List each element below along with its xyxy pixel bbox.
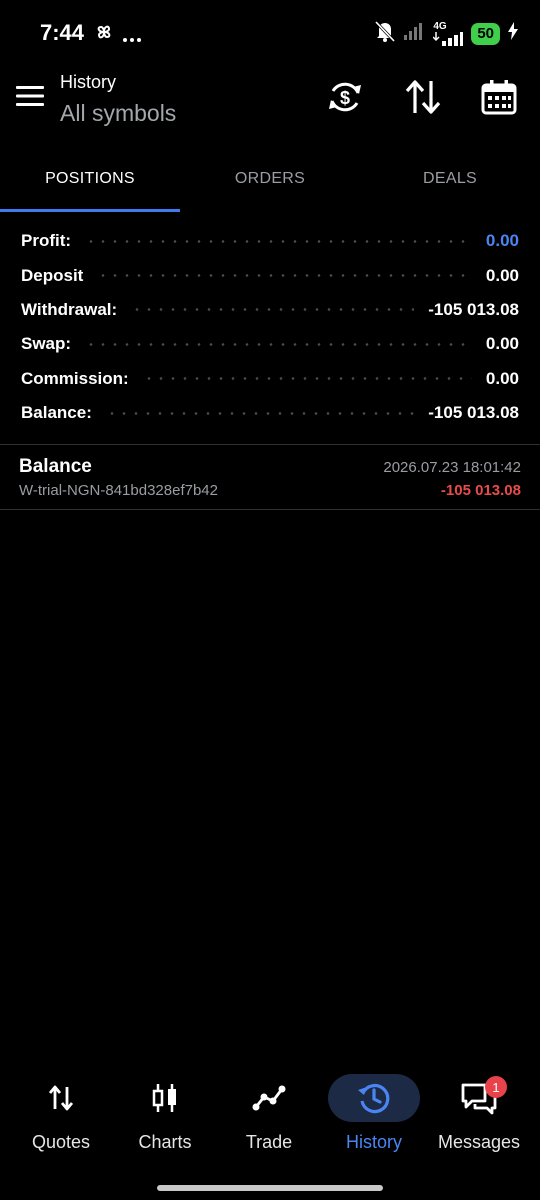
nav-history[interactable]: History xyxy=(320,1068,428,1160)
nav-label: Charts xyxy=(138,1132,192,1152)
currency-refresh-icon: $ xyxy=(329,82,361,112)
nav-quotes[interactable]: Quotes xyxy=(7,1068,115,1160)
summary-row-commission: Commission: 0.00 xyxy=(0,362,540,396)
home-indicator[interactable] xyxy=(157,1185,383,1191)
more-dots-icon xyxy=(122,30,142,48)
bottom-nav: Quotes Charts Trade History 1 Messages xyxy=(0,1068,540,1168)
status-right: 4G 50 xyxy=(375,20,518,47)
dotted-leader xyxy=(85,342,472,346)
summary-value: 0.00 xyxy=(485,368,519,388)
tab-bar: POSITIONS ORDERS DEALS xyxy=(0,146,540,212)
app-bar: History All symbols $ xyxy=(0,66,540,146)
summary-label: Deposit xyxy=(21,265,84,285)
candlestick-icon xyxy=(152,1084,176,1112)
svg-text:$: $ xyxy=(340,88,350,108)
divider xyxy=(0,444,540,445)
tab-positions[interactable]: POSITIONS xyxy=(0,146,180,212)
lte-signal-icon: 4G xyxy=(433,20,464,46)
summary-label: Withdrawal: xyxy=(21,299,118,319)
deal-name: Balance xyxy=(19,456,92,477)
summary-value: 0.00 xyxy=(485,334,519,354)
history-clock-icon xyxy=(358,1083,390,1114)
network-type: 4G xyxy=(433,20,447,32)
nav-charts[interactable]: Charts xyxy=(111,1068,219,1160)
pinwheel-icon xyxy=(94,22,114,47)
title-block[interactable]: History All symbols xyxy=(60,70,176,130)
symbol-filter[interactable]: All symbols xyxy=(60,96,176,130)
calendar-button[interactable] xyxy=(478,76,520,118)
battery-level: 50 xyxy=(471,22,500,45)
quotes-arrows-icon xyxy=(48,1085,74,1111)
dotted-leader xyxy=(105,411,415,415)
dotted-leader xyxy=(142,377,472,381)
currency-refresh-button[interactable]: $ xyxy=(324,76,366,118)
deal-amount: -105 013.08 xyxy=(440,482,521,499)
nav-trade[interactable]: Trade xyxy=(215,1068,323,1160)
bell-muted-icon xyxy=(375,20,396,47)
sort-button[interactable] xyxy=(402,76,444,118)
menu-button[interactable] xyxy=(14,80,46,112)
dotted-leader xyxy=(131,308,415,312)
status-bar: 7:44 4G 50 xyxy=(0,0,540,66)
summary-row-deposit: Deposit 0.00 xyxy=(0,258,540,292)
dotted-leader xyxy=(97,274,472,278)
summary-value: 0.00 xyxy=(485,231,519,251)
summary-label: Swap: xyxy=(21,334,72,354)
screen: 7:44 4G 50 History All symbols $ POSITIO… xyxy=(0,0,540,1200)
summary-row-withdrawal: Withdrawal: -105 013.08 xyxy=(0,293,540,327)
charging-icon xyxy=(508,22,518,45)
tab-orders[interactable]: ORDERS xyxy=(180,146,360,212)
hamburger-icon xyxy=(16,86,44,106)
summary-row-swap: Swap: 0.00 xyxy=(0,327,540,361)
nav-label: Messages xyxy=(437,1132,521,1152)
summary-label: Commission: xyxy=(21,368,129,388)
dotted-leader xyxy=(85,239,472,243)
notification-badge: 1 xyxy=(485,1076,507,1098)
nav-label: Quotes xyxy=(31,1132,91,1152)
page-title: History xyxy=(60,72,117,92)
summary-value: -105 013.08 xyxy=(428,403,519,423)
deal-id: W-trial-NGN-841bd328ef7b42 xyxy=(19,482,218,499)
summary-row-balance: Balance: -105 013.08 xyxy=(0,396,540,430)
nav-messages[interactable]: 1 Messages xyxy=(425,1068,533,1160)
summary-value: 0.00 xyxy=(485,265,519,285)
deal-time: 2026.07.23 18:01:42 xyxy=(383,459,521,476)
list-item[interactable]: Balance W-trial-NGN-841bd328ef7b42 2026.… xyxy=(0,446,540,510)
trend-line-icon xyxy=(252,1085,286,1111)
summary-value: -105 013.08 xyxy=(428,299,519,319)
tab-deals[interactable]: DEALS xyxy=(360,146,540,212)
sort-icon xyxy=(405,80,441,114)
status-time: 7:44 xyxy=(40,20,85,45)
summary-section: Profit: 0.00 Deposit 0.00 Withdrawal: -1… xyxy=(0,224,540,430)
signal-icon xyxy=(403,21,425,46)
calendar-icon xyxy=(481,80,517,115)
divider xyxy=(0,509,540,510)
nav-label: History xyxy=(345,1132,402,1152)
nav-label: Trade xyxy=(245,1132,293,1152)
summary-label: Balance: xyxy=(21,403,92,423)
summary-label: Profit: xyxy=(21,231,72,251)
summary-row-profit: Profit: 0.00 xyxy=(0,224,540,258)
